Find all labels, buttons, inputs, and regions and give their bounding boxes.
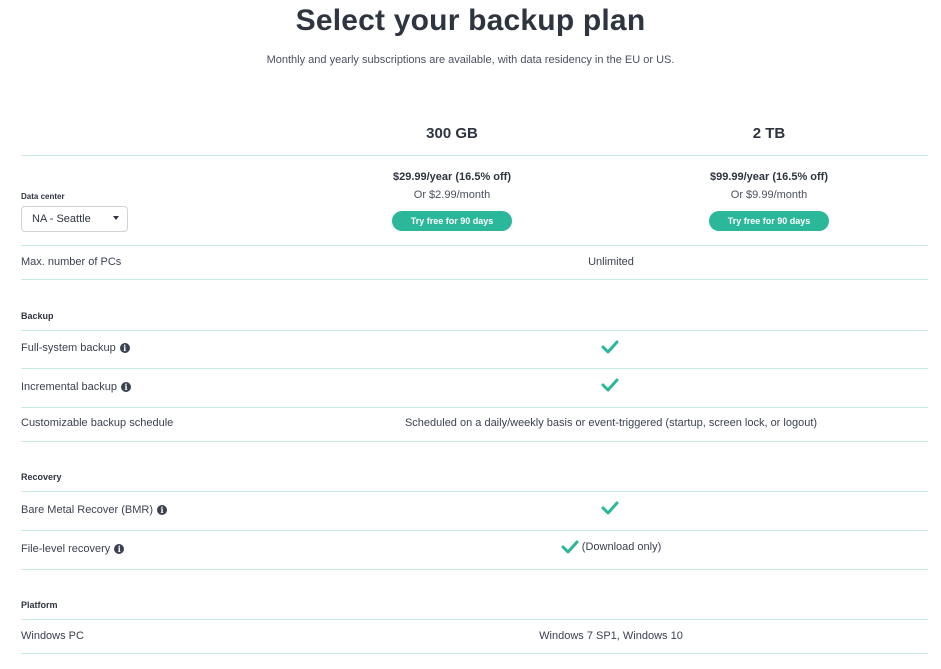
info-icon[interactable]: i: [157, 505, 168, 515]
divider: [21, 368, 928, 369]
data-center-select[interactable]: NA - Seattle: [21, 206, 128, 232]
row-value-file-level-recovery: (Download only): [293, 540, 929, 554]
divider: [21, 530, 928, 531]
info-icon[interactable]: i: [114, 544, 125, 554]
row-label-bmr: Bare Metal Recover (BMR) i: [21, 504, 168, 516]
info-icon[interactable]: i: [119, 343, 130, 353]
check-icon: [561, 540, 579, 554]
divider: [21, 407, 928, 408]
plan-column-2tb: $99.99/year (16.5% off) Or $9.99/month T…: [649, 170, 889, 231]
row-label-windows-pc: Windows PC: [21, 630, 84, 642]
row-label-max-pcs: Max. number of PCs: [21, 256, 122, 268]
divider: [21, 569, 928, 570]
plan-column-300gb: $29.99/year (16.5% off) Or $2.99/month T…: [332, 170, 572, 231]
section-heading-recovery: Recovery: [21, 472, 62, 482]
divider: [21, 155, 928, 156]
divider: [21, 441, 928, 442]
divider: [21, 653, 928, 654]
check-icon: [601, 501, 619, 515]
row-label-backup-schedule: Customizable backup schedule: [21, 417, 174, 429]
price-yearly: $29.99/year (16.5% off): [392, 171, 511, 183]
page-subtitle: Monthly and yearly subscriptions are ava…: [266, 54, 675, 66]
divider: [21, 491, 928, 492]
caret-down-icon: [113, 216, 119, 220]
check-icon: [601, 378, 619, 392]
try-free-button-300gb[interactable]: Try free for 90 days: [392, 211, 512, 231]
divider: [21, 279, 928, 280]
check-icon: [601, 340, 619, 354]
row-value-windows-pc: Windows 7 SP1, Windows 10: [539, 630, 683, 642]
divider: [21, 330, 928, 331]
info-icon[interactable]: i: [121, 382, 131, 392]
row-value-max-pcs: Unlimited: [588, 256, 634, 268]
divider: [21, 245, 928, 246]
try-free-button-2tb[interactable]: Try free for 90 days: [709, 211, 829, 231]
plan-name-300gb: 300 GB: [426, 125, 478, 142]
price-monthly: Or $9.99/month: [730, 189, 808, 201]
row-label-full-system-backup: Full-system backup i: [21, 342, 130, 354]
row-label-incremental-backup: Incremental backup i: [21, 381, 131, 393]
price-monthly: Or $2.99/month: [413, 189, 491, 201]
data-center-label: Data center: [21, 192, 65, 201]
price-yearly: $99.99/year (16.5% off): [709, 171, 828, 183]
plan-name-2tb: 2 TB: [752, 125, 786, 142]
row-label-file-level-recovery: File-level recovery i: [21, 543, 125, 555]
page-title: Select your backup plan: [295, 4, 646, 37]
row-value-backup-schedule: Scheduled on a daily/weekly basis or eve…: [404, 417, 818, 429]
divider: [21, 619, 928, 620]
data-center-value: NA - Seattle: [32, 213, 91, 225]
download-only-note: (Download only): [581, 541, 662, 553]
section-heading-platform: Platform: [21, 600, 58, 610]
section-heading-backup: Backup: [21, 311, 54, 321]
